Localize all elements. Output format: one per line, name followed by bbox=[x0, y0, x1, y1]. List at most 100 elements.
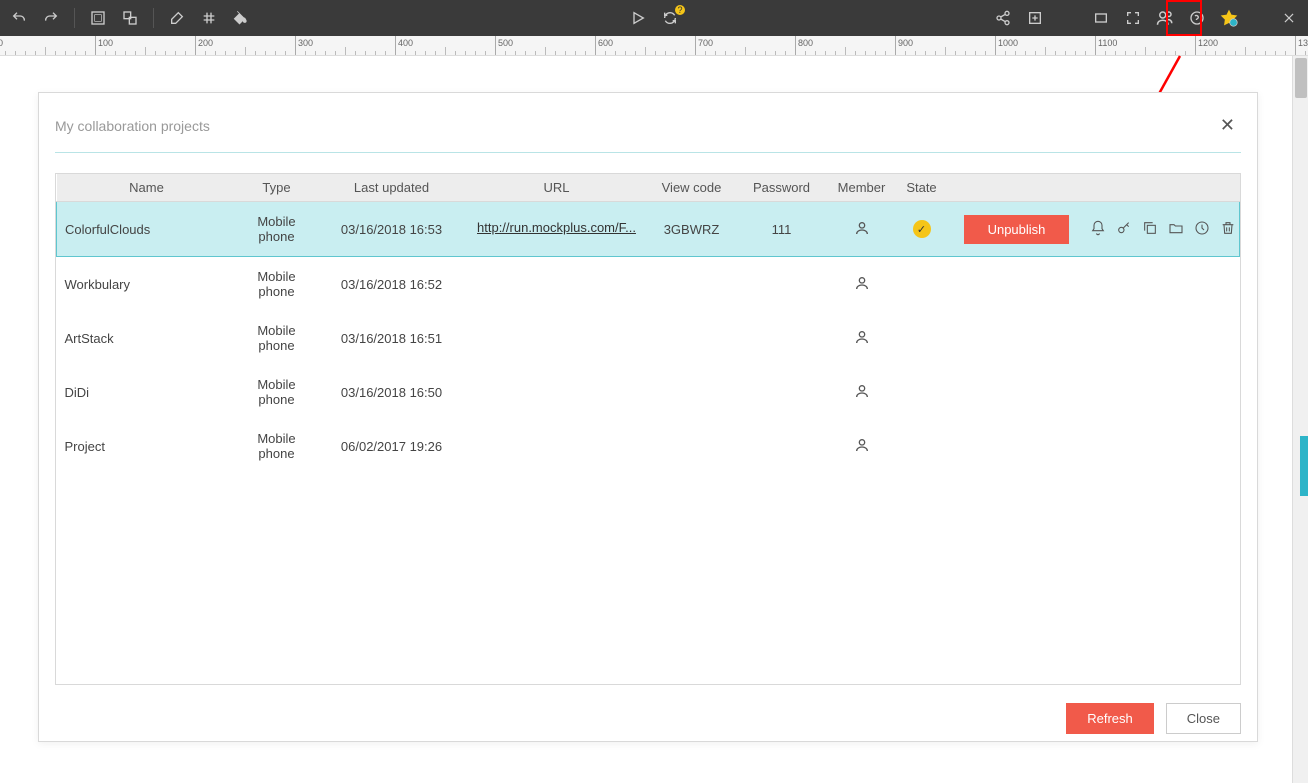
history-icon[interactable] bbox=[1194, 220, 1210, 239]
cell-name: Workbulary bbox=[57, 257, 237, 312]
table-row[interactable]: DiDiMobilephone03/16/2018 16:50 bbox=[57, 365, 1240, 419]
cell-type: Mobilephone bbox=[237, 419, 317, 473]
cell-member[interactable] bbox=[827, 202, 897, 257]
cell-url bbox=[467, 257, 647, 312]
sync-icon[interactable] bbox=[661, 9, 679, 27]
cell-tools bbox=[1087, 202, 1240, 257]
export-icon[interactable] bbox=[1026, 9, 1044, 27]
table-row[interactable]: ColorfulCloudsMobilephone03/16/2018 16:5… bbox=[57, 202, 1240, 257]
table-row[interactable]: WorkbularyMobilephone03/16/2018 16:52 bbox=[57, 257, 1240, 312]
brush-icon[interactable] bbox=[168, 9, 186, 27]
cell-updated: 03/16/2018 16:51 bbox=[317, 311, 467, 365]
cell-tools bbox=[1087, 419, 1240, 473]
cell-state bbox=[897, 419, 947, 473]
notify-icon[interactable] bbox=[1090, 220, 1106, 239]
cell-url bbox=[467, 311, 647, 365]
cell-password bbox=[737, 419, 827, 473]
cell-state bbox=[897, 257, 947, 312]
cell-password bbox=[737, 311, 827, 365]
member-icon bbox=[854, 275, 870, 291]
cell-action: Unpublish bbox=[947, 202, 1087, 257]
share-icon[interactable] bbox=[994, 9, 1012, 27]
group-icon[interactable] bbox=[89, 9, 107, 27]
toolbar-separator bbox=[153, 8, 154, 28]
col-password: Password bbox=[737, 174, 827, 202]
member-icon bbox=[854, 220, 870, 236]
cell-name: ArtStack bbox=[57, 311, 237, 365]
cell-updated: 03/16/2018 16:50 bbox=[317, 365, 467, 419]
cell-url: http://run.mockplus.com/F... bbox=[467, 202, 647, 257]
cell-name: DiDi bbox=[57, 365, 237, 419]
cell-name: ColorfulClouds bbox=[57, 202, 237, 257]
cell-type: Mobilephone bbox=[237, 365, 317, 419]
cell-tools bbox=[1087, 311, 1240, 365]
cell-member[interactable] bbox=[827, 311, 897, 365]
side-panel-handle[interactable] bbox=[1300, 436, 1308, 496]
paint-bucket-icon[interactable] bbox=[232, 9, 250, 27]
cell-action bbox=[947, 257, 1087, 312]
table-row[interactable]: ArtStackMobilephone03/16/2018 16:51 bbox=[57, 311, 1240, 365]
col-member: Member bbox=[827, 174, 897, 202]
cell-member[interactable] bbox=[827, 419, 897, 473]
member-icon bbox=[854, 437, 870, 453]
cell-action bbox=[947, 311, 1087, 365]
ungroup-icon[interactable] bbox=[121, 9, 139, 27]
undo-icon[interactable] bbox=[10, 9, 28, 27]
toolbar-separator bbox=[74, 8, 75, 28]
play-icon[interactable] bbox=[629, 9, 647, 27]
projects-table-container: Name Type Last updated URL View code Pas… bbox=[55, 173, 1241, 685]
cell-viewcode bbox=[647, 365, 737, 419]
cell-state: ✓ bbox=[897, 202, 947, 257]
horizontal-ruler: 0100200300400500600700800900100011001200… bbox=[0, 36, 1308, 56]
cell-member[interactable] bbox=[827, 365, 897, 419]
cell-action bbox=[947, 365, 1087, 419]
projects-table: Name Type Last updated URL View code Pas… bbox=[56, 174, 1240, 473]
col-action bbox=[947, 174, 1087, 202]
window-close-icon[interactable] bbox=[1280, 9, 1298, 27]
key-icon[interactable] bbox=[1116, 220, 1132, 239]
cell-updated: 03/16/2018 16:52 bbox=[317, 257, 467, 312]
cell-type: Mobilephone bbox=[237, 311, 317, 365]
col-name: Name bbox=[57, 174, 237, 202]
copy-icon[interactable] bbox=[1142, 220, 1158, 239]
close-button[interactable]: Close bbox=[1166, 703, 1241, 734]
cell-action bbox=[947, 419, 1087, 473]
cell-type: Mobilephone bbox=[237, 257, 317, 312]
url-link[interactable]: http://run.mockplus.com/F... bbox=[477, 220, 636, 235]
grid-icon[interactable] bbox=[200, 9, 218, 27]
scrollbar-thumb[interactable] bbox=[1295, 58, 1307, 98]
cell-type: Mobilephone bbox=[237, 202, 317, 257]
cell-name: Project bbox=[57, 419, 237, 473]
col-tools bbox=[1087, 174, 1240, 202]
unpublish-button[interactable]: Unpublish bbox=[964, 215, 1070, 244]
canvas-area: My collaboration projects ✕ Name Type La… bbox=[0, 56, 1308, 783]
vertical-scrollbar[interactable] bbox=[1292, 56, 1308, 783]
cell-updated: 03/16/2018 16:53 bbox=[317, 202, 467, 257]
collaboration-icon[interactable] bbox=[1156, 9, 1174, 27]
cell-password bbox=[737, 257, 827, 312]
refresh-button[interactable]: Refresh bbox=[1066, 703, 1154, 734]
table-row[interactable]: ProjectMobilephone06/02/2017 19:26 bbox=[57, 419, 1240, 473]
cell-url bbox=[467, 365, 647, 419]
redo-icon[interactable] bbox=[42, 9, 60, 27]
cell-member[interactable] bbox=[827, 257, 897, 312]
cell-tools bbox=[1087, 365, 1240, 419]
collaboration-dialog: My collaboration projects ✕ Name Type La… bbox=[38, 92, 1258, 742]
delete-icon[interactable] bbox=[1220, 220, 1236, 239]
fit-icon[interactable] bbox=[1092, 9, 1110, 27]
dialog-close-button[interactable]: ✕ bbox=[1214, 113, 1241, 138]
help-icon[interactable] bbox=[1188, 9, 1206, 27]
upgrade-icon[interactable] bbox=[1220, 9, 1238, 27]
table-header-row: Name Type Last updated URL View code Pas… bbox=[57, 174, 1240, 202]
cell-tools bbox=[1087, 257, 1240, 312]
cell-viewcode bbox=[647, 257, 737, 312]
col-type: Type bbox=[237, 174, 317, 202]
folder-icon[interactable] bbox=[1168, 220, 1184, 239]
fullscreen-icon[interactable] bbox=[1124, 9, 1142, 27]
top-toolbar bbox=[0, 0, 1308, 36]
cell-viewcode bbox=[647, 311, 737, 365]
cell-password bbox=[737, 365, 827, 419]
col-updated: Last updated bbox=[317, 174, 467, 202]
member-icon bbox=[854, 383, 870, 399]
col-state: State bbox=[897, 174, 947, 202]
